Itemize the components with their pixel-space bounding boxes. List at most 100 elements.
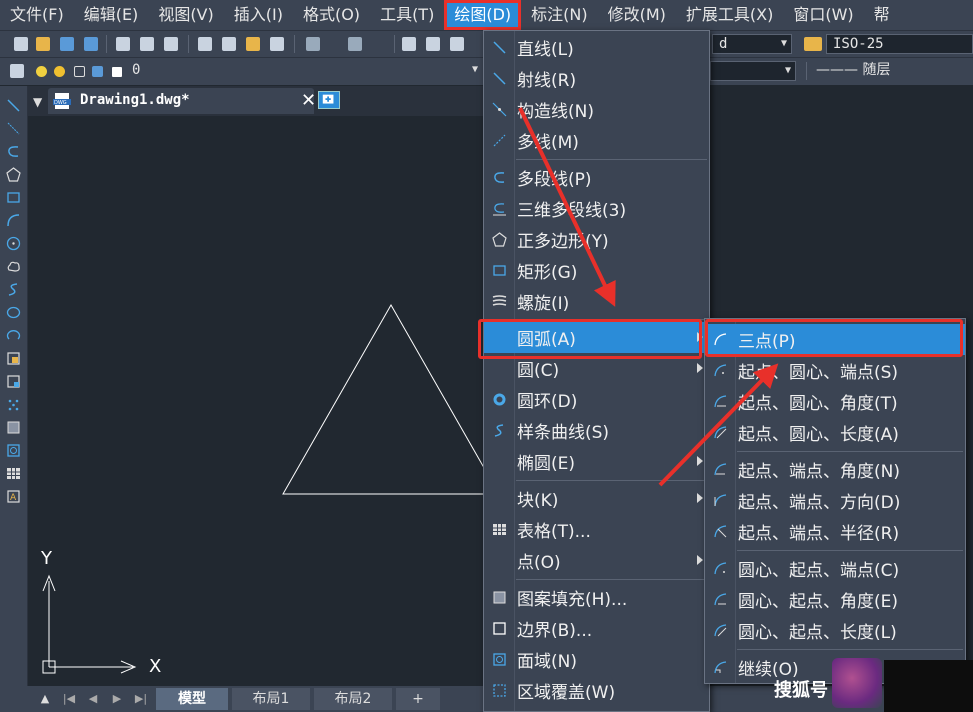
- make-block-icon[interactable]: [6, 374, 21, 389]
- open-folder-icon[interactable]: [36, 37, 50, 51]
- tab-add-layout[interactable]: +: [396, 688, 440, 710]
- menu-item-3d-polyline[interactable]: 三维多段线(3): [484, 193, 709, 224]
- ellipse-tool-icon[interactable]: [6, 305, 21, 320]
- menu-insert[interactable]: 插入(I): [224, 0, 293, 30]
- menu-item-multiline[interactable]: 多线(M): [484, 125, 709, 156]
- arc-three-point[interactable]: 三点(P): [705, 324, 965, 355]
- close-icon[interactable]: ✕: [301, 90, 316, 111]
- menu-item-arc[interactable]: 圆弧(A): [484, 322, 709, 353]
- text-style-dropdown[interactable]: d ▼: [712, 34, 792, 54]
- layer-manager-icon[interactable]: [10, 64, 24, 78]
- new-drawing-tab-button[interactable]: [318, 91, 340, 109]
- paste-icon[interactable]: [246, 37, 260, 51]
- prev-layout-icon[interactable]: ◀: [84, 690, 102, 708]
- menu-item-polyline[interactable]: 多段线(P): [484, 162, 709, 193]
- tab-drawing1[interactable]: DWG Drawing1.dwg* ✕: [48, 88, 316, 114]
- next-layout-icon[interactable]: ▶: [108, 690, 126, 708]
- ellipse-arc-tool-icon[interactable]: [6, 328, 21, 343]
- menu-item-polygon[interactable]: 正多边形(Y): [484, 224, 709, 255]
- menu-dimension[interactable]: 标注(N): [521, 0, 597, 30]
- arc-start-end-radius[interactable]: 起点、端点、半径(R): [705, 516, 965, 547]
- tab-layout2[interactable]: 布局2: [314, 688, 392, 710]
- point-tool-icon[interactable]: [6, 397, 21, 412]
- menu-item-table[interactable]: 表格(T)...: [484, 514, 709, 545]
- tab-model[interactable]: 模型: [156, 688, 228, 710]
- circle-tool-icon[interactable]: [6, 236, 21, 251]
- save-as-icon[interactable]: [84, 37, 98, 51]
- menu-item-wipeout[interactable]: 区域覆盖(W): [484, 675, 709, 706]
- print-icon[interactable]: [116, 37, 130, 51]
- menu-file[interactable]: 文件(F): [0, 0, 74, 30]
- polyline-tool-icon[interactable]: [6, 144, 21, 159]
- menu-item-helix[interactable]: 螺旋(I): [484, 286, 709, 317]
- menu-window[interactable]: 窗口(W): [783, 0, 863, 30]
- xline-tool-icon[interactable]: [6, 121, 21, 136]
- publish-icon[interactable]: [164, 37, 178, 51]
- menu-express-tools[interactable]: 扩展工具(X): [676, 0, 783, 30]
- layer-viewport-icon[interactable]: [74, 66, 85, 77]
- color-dropdown[interactable]: ▼: [710, 61, 796, 81]
- triangle-shape[interactable]: [282, 303, 500, 495]
- layout-scroll-up-icon[interactable]: ▲: [36, 690, 54, 708]
- zoom-window-icon[interactable]: [450, 37, 464, 51]
- menu-item-line[interactable]: 直线(L): [484, 32, 709, 63]
- region-tool-icon[interactable]: [6, 443, 21, 458]
- line-tool-icon[interactable]: [6, 98, 21, 113]
- menu-item-ray[interactable]: 射线(R): [484, 63, 709, 94]
- menu-draw[interactable]: 绘图(D): [444, 0, 522, 30]
- tab-layout1[interactable]: 布局1: [232, 688, 310, 710]
- menu-item-donut[interactable]: 圆环(D): [484, 384, 709, 415]
- menu-item-block[interactable]: 块(K): [484, 483, 709, 514]
- menu-edit[interactable]: 编辑(E): [74, 0, 149, 30]
- dimension-style-dropdown[interactable]: ISO-25: [826, 34, 973, 54]
- insert-block-icon[interactable]: [6, 351, 21, 366]
- linetype-dropdown[interactable]: ——— 随层: [810, 61, 973, 81]
- layer-on-bulb-icon[interactable]: [36, 66, 47, 77]
- menu-item-rectangle[interactable]: 矩形(G): [484, 255, 709, 286]
- revcloud-tool-icon[interactable]: [6, 259, 21, 274]
- zoom-realtime-icon[interactable]: [426, 37, 440, 51]
- cut-icon[interactable]: [198, 37, 212, 51]
- redo-icon[interactable]: [348, 37, 362, 51]
- arc-start-end-angle[interactable]: 起点、端点、角度(N): [705, 454, 965, 485]
- layer-unlock-icon[interactable]: [92, 66, 103, 77]
- menu-tools[interactable]: 工具(T): [370, 0, 444, 30]
- hatch-tool-icon[interactable]: [6, 420, 21, 435]
- polygon-tool-icon[interactable]: [6, 167, 21, 182]
- undo-icon[interactable]: [306, 37, 320, 51]
- menu-item-spline[interactable]: 样条曲线(S): [484, 415, 709, 446]
- pan-hand-icon[interactable]: [402, 37, 416, 51]
- arc-start-end-direction[interactable]: 起点、端点、方向(D): [705, 485, 965, 516]
- tab-list-dropdown-icon[interactable]: ▼: [33, 95, 42, 109]
- arc-tool-icon[interactable]: [6, 213, 21, 228]
- mtext-tool-icon[interactable]: A: [6, 489, 21, 504]
- table-tool-icon[interactable]: [6, 466, 21, 481]
- menu-item-hatch[interactable]: 图案填充(H)...: [484, 582, 709, 613]
- match-properties-icon[interactable]: [270, 37, 284, 51]
- menu-item-boundary[interactable]: 边界(B)...: [484, 613, 709, 644]
- menu-item-circle[interactable]: 圆(C): [484, 353, 709, 384]
- arc-center-start-end[interactable]: 圆心、起点、端点(C): [705, 553, 965, 584]
- last-layout-icon[interactable]: ▶|: [132, 690, 150, 708]
- new-file-icon[interactable]: [14, 37, 28, 51]
- save-icon[interactable]: [60, 37, 74, 51]
- menu-item-point[interactable]: 点(O): [484, 545, 709, 576]
- menu-help[interactable]: 帮: [864, 0, 900, 30]
- menu-format[interactable]: 格式(O): [293, 0, 370, 30]
- rectangle-tool-icon[interactable]: [6, 190, 21, 205]
- copy-icon[interactable]: [222, 37, 236, 51]
- menu-item-ellipse[interactable]: 椭圆(E): [484, 446, 709, 477]
- arc-center-start-length[interactable]: 圆心、起点、长度(L): [705, 615, 965, 646]
- first-layout-icon[interactable]: |◀: [60, 690, 78, 708]
- spline-tool-icon[interactable]: [6, 282, 21, 297]
- arc-start-center-length[interactable]: 起点、圆心、长度(A): [705, 417, 965, 448]
- menu-item-construction-line[interactable]: 构造线(N): [484, 94, 709, 125]
- menu-item-region[interactable]: 面域(N): [484, 644, 709, 675]
- arc-center-start-angle[interactable]: 圆心、起点、角度(E): [705, 584, 965, 615]
- menu-modify[interactable]: 修改(M): [598, 0, 676, 30]
- arc-start-center-angle[interactable]: 起点、圆心、角度(T): [705, 386, 965, 417]
- layer-dropdown[interactable]: 0 ▼: [126, 61, 482, 81]
- print-preview-icon[interactable]: [140, 37, 154, 51]
- arc-start-center-end[interactable]: 起点、圆心、端点(S): [705, 355, 965, 386]
- menu-view[interactable]: 视图(V): [148, 0, 223, 30]
